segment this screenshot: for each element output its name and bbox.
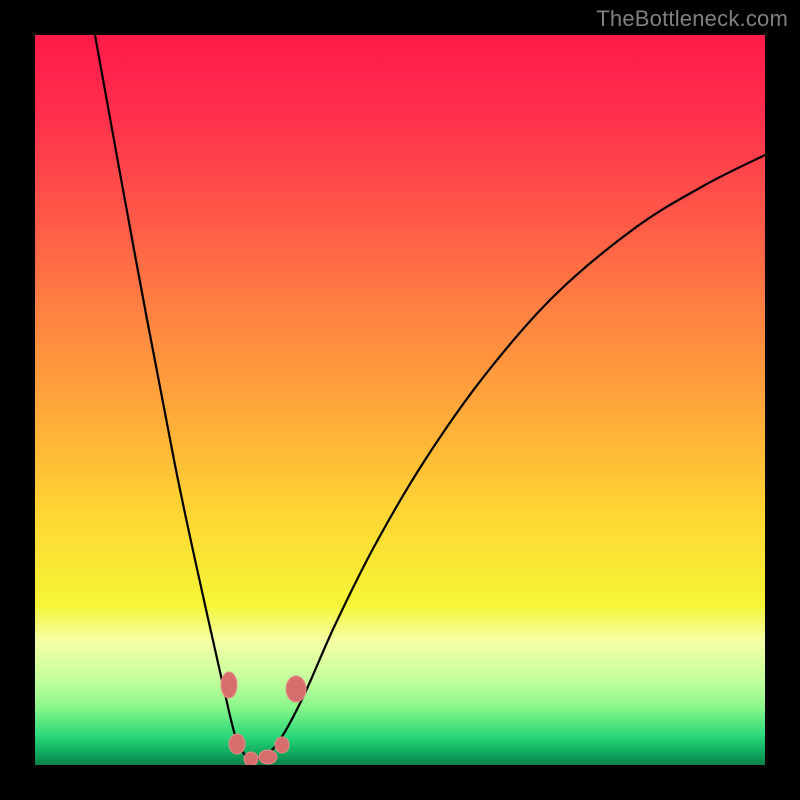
bottleneck-curve <box>95 35 765 759</box>
watermark-text: TheBottleneck.com <box>596 6 788 32</box>
curve-svg <box>35 35 765 765</box>
curve-marker-5 <box>286 676 306 702</box>
plot-area <box>35 35 765 765</box>
curve-marker-3 <box>259 750 277 764</box>
curve-marker-1 <box>229 734 245 754</box>
curve-marker-4 <box>275 737 289 753</box>
curve-marker-2 <box>244 752 258 765</box>
chart-frame: TheBottleneck.com <box>0 0 800 800</box>
curve-marker-0 <box>221 672 237 698</box>
